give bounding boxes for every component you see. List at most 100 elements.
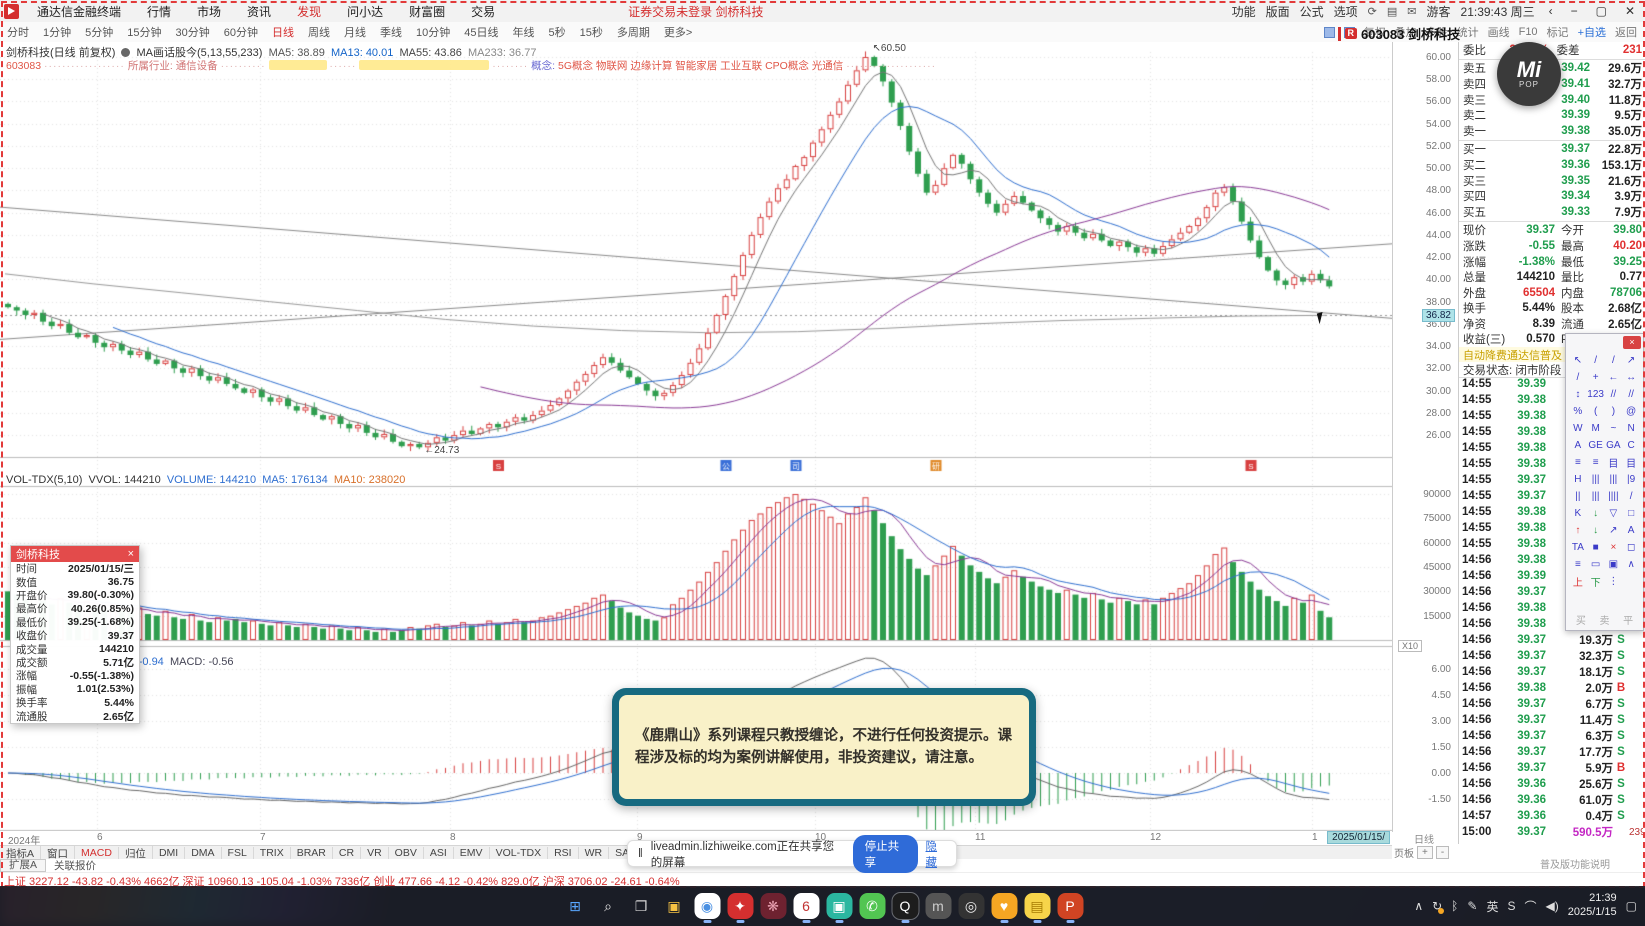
popup-header[interactable]: 剑桥科技 × <box>11 546 139 562</box>
s-app-icon[interactable]: S <box>1507 899 1515 913</box>
draw-tool-icon[interactable]: ↓ <box>1587 522 1605 539</box>
draw-tool-icon[interactable]: A <box>1622 522 1640 539</box>
ask-price[interactable]: 39.38 <box>1507 125 1590 137</box>
draw-tool-icon[interactable]: ~ <box>1605 420 1623 437</box>
ask-price[interactable]: 39.39 <box>1507 109 1590 121</box>
period-1分钟[interactable]: 1分钟 <box>36 24 78 40</box>
sticky-note-icon[interactable]: ▤ <box>1024 893 1050 923</box>
period-30分钟[interactable]: 30分钟 <box>169 24 217 40</box>
tab-FSL[interactable]: FSL <box>222 847 254 859</box>
period-周线[interactable]: 周线 <box>301 24 337 40</box>
draw-tool-icon[interactable]: GA <box>1605 437 1623 454</box>
draw-tool-icon[interactable]: H <box>1569 471 1587 488</box>
draw-tool-icon[interactable]: 目 <box>1622 454 1640 471</box>
tab-VOL-TDX[interactable]: VOL-TDX <box>490 847 549 859</box>
draw-tool-icon[interactable]: ↗ <box>1622 352 1640 369</box>
menu-item-通达信金融终端[interactable]: 通达信金融终端 <box>24 3 134 20</box>
draw-tool-icon[interactable]: // <box>1605 386 1623 403</box>
palette-footer-item[interactable]: 平 <box>1623 612 1633 627</box>
tab-RSI[interactable]: RSI <box>548 847 579 859</box>
draw-tool-icon[interactable]: ↑ <box>1569 522 1587 539</box>
page-plus-button[interactable]: + <box>1417 845 1433 859</box>
draw-tool-icon[interactable]: ⋮ <box>1605 573 1623 590</box>
indicator-settings-icon[interactable] <box>121 48 131 57</box>
draw-tool-icon[interactable]: K <box>1569 505 1587 522</box>
draw-tool-icon[interactable]: 目 <box>1605 454 1623 471</box>
draw-tool-icon[interactable]: ▭ <box>1587 556 1605 573</box>
ime-icon[interactable]: 英 <box>1486 898 1498 915</box>
period-45日线[interactable]: 45日线 <box>457 24 505 40</box>
draw-tool-icon[interactable]: ↗ <box>1605 522 1623 539</box>
guest-label[interactable]: 游客 <box>1427 3 1451 20</box>
linked-quotes-tab[interactable]: 关联报价 <box>54 858 96 873</box>
period-15秒[interactable]: 15秒 <box>573 24 610 40</box>
menu-item-版面[interactable]: 版面 <box>1266 3 1290 20</box>
camera-app-icon[interactable]: ◎ <box>958 893 984 919</box>
draw-tool-icon[interactable]: ↓ <box>1587 505 1605 522</box>
page-minus-button[interactable]: - <box>1435 845 1450 859</box>
draw-tool-icon[interactable]: 下 <box>1587 573 1605 590</box>
app-dark-red-icon[interactable]: ❋ <box>760 893 786 919</box>
device-icon[interactable]: ▤ <box>1387 5 1397 18</box>
draw-tool-icon[interactable]: |||| <box>1605 488 1623 505</box>
tab-EMV[interactable]: EMV <box>454 847 490 859</box>
draw-tool-icon[interactable]: × <box>1605 539 1623 556</box>
period-5秒[interactable]: 5秒 <box>542 24 573 40</box>
tool-标记[interactable]: 标记 <box>1547 24 1569 40</box>
concept-values[interactable]: 5G概念 物联网 边缘计算 智能家居 工业互联 CPO概念 光通信 <box>558 60 843 72</box>
tool-+自选[interactable]: +自选 <box>1578 24 1606 40</box>
menu-item-资讯[interactable]: 资讯 <box>234 3 284 20</box>
extension-a-tab[interactable]: 扩展A <box>0 859 47 872</box>
draw-tool-icon[interactable]: TA <box>1569 539 1587 556</box>
draw-tool-icon[interactable]: ↖ <box>1569 352 1587 369</box>
draw-tool-icon[interactable]: ▽ <box>1605 505 1623 522</box>
notification-icon[interactable]: ▢ <box>1626 899 1637 913</box>
draw-tool-icon[interactable]: |9 <box>1622 471 1640 488</box>
draw-tool-icon[interactable]: ↕ <box>1569 386 1587 403</box>
draw-tool-icon[interactable]: / <box>1587 352 1605 369</box>
collapse-button[interactable]: ‹ <box>1545 4 1557 18</box>
file-explorer-icon[interactable]: ▣ <box>661 893 687 919</box>
wechat-icon[interactable]: ✆ <box>859 893 885 919</box>
period-10分钟[interactable]: 10分钟 <box>409 24 457 40</box>
draw-tool-icon[interactable]: ∧ <box>1622 556 1640 573</box>
bid-price[interactable]: 39.35 <box>1507 175 1590 187</box>
qq-icon[interactable]: Q <box>891 892 919 923</box>
period-月线[interactable]: 月线 <box>337 24 373 40</box>
volume-icon[interactable]: ◀) <box>1545 899 1558 913</box>
mail-icon[interactable]: ✉ <box>1407 5 1416 18</box>
draw-tool-icon[interactable]: M <box>1587 420 1605 437</box>
menu-item-公式[interactable]: 公式 <box>1300 3 1324 20</box>
green-app-icon[interactable]: ▣ <box>826 893 852 923</box>
tool-返回[interactable]: 返回 <box>1615 24 1637 40</box>
tool-画线[interactable]: 画线 <box>1488 24 1510 40</box>
draw-tool-icon[interactable]: 上 <box>1569 573 1587 590</box>
draw-tool-icon[interactable]: ▣ <box>1605 556 1623 573</box>
tab-DMI[interactable]: DMI <box>153 847 186 859</box>
bid-price[interactable]: 39.37 <box>1507 143 1590 155</box>
refresh-icon[interactable]: ⟳ <box>1368 5 1377 18</box>
draw-tool-icon[interactable]: ||| <box>1605 471 1623 488</box>
tab-VR[interactable]: VR <box>361 847 389 859</box>
tool-F10[interactable]: F10 <box>1519 26 1538 38</box>
wt6-app-icon[interactable]: 6 <box>793 893 819 923</box>
period-季线[interactable]: 季线 <box>373 24 409 40</box>
chrome-icon[interactable]: ◉ <box>694 893 720 923</box>
draw-tool-icon[interactable]: 123 <box>1587 386 1605 403</box>
tdx-app-icon[interactable]: ✦ <box>727 893 753 923</box>
tab-ASI[interactable]: ASI <box>424 847 454 859</box>
menu-item-行情[interactable]: 行情 <box>134 3 184 20</box>
bid-price[interactable]: 39.36 <box>1507 159 1590 171</box>
period-年线[interactable]: 年线 <box>506 24 542 40</box>
start-button[interactable]: ⊞ <box>562 893 588 919</box>
palette-footer-item[interactable]: 买 <box>1576 612 1586 627</box>
draw-tool-icon[interactable]: ◻ <box>1622 539 1640 556</box>
tab-OBV[interactable]: OBV <box>389 847 424 859</box>
bid-price[interactable]: 39.33 <box>1507 206 1590 218</box>
menu-item-交易[interactable]: 交易 <box>458 3 508 20</box>
draw-tool-icon[interactable]: || <box>1569 488 1587 505</box>
tab-CR[interactable]: CR <box>333 847 362 859</box>
lizhi-app-icon[interactable]: ♥ <box>991 893 1017 923</box>
draw-tool-icon[interactable]: + <box>1587 369 1605 386</box>
draw-tool-icon[interactable]: W <box>1569 420 1587 437</box>
